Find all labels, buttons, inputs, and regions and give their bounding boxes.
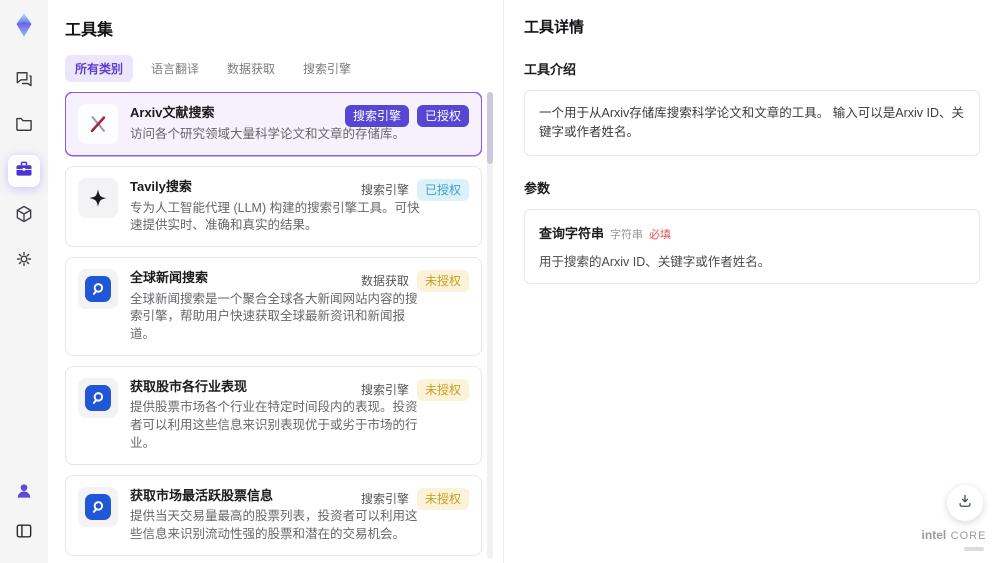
- sidebar-item-chat[interactable]: [8, 65, 40, 97]
- tool-description: 提供股票市场各个行业在特定时间段内的表现。投资者可以利用这些信息来识别表现优于或…: [130, 400, 418, 450]
- four-point-star-icon: [78, 178, 118, 218]
- brand-intel-text: intel: [921, 528, 947, 542]
- sidebar-item-settings[interactable]: [8, 245, 40, 277]
- sidebar-item-files[interactable]: [8, 110, 40, 142]
- tool-description: 全球新闻搜索是一个聚合全球各大新闻网站内容的搜索引擎，帮助用户快速获取全球最新资…: [130, 291, 418, 342]
- chat-icon: [14, 69, 34, 94]
- blue-search-icon: [78, 377, 118, 418]
- tab-data-fetching[interactable]: 数据获取: [217, 55, 285, 82]
- arxiv-icon: [78, 104, 118, 144]
- toolbox-icon: [14, 159, 34, 184]
- param-name: 查询字符串: [539, 225, 605, 241]
- tool-card-active-stocks[interactable]: 获取市场最活跃股票信息 提供当天交易量最高的股票列表，投资者可以利用这些信息来识…: [65, 474, 482, 556]
- tab-language-translation[interactable]: 语言翻译: [141, 55, 209, 82]
- tab-search-engine[interactable]: 搜索引擎: [293, 55, 361, 82]
- download-icon: [956, 492, 974, 515]
- tool-list-panel: 工具集 所有类别 语言翻译 数据获取 搜索引擎 Arxiv文献搜索 访问各个研究…: [48, 0, 503, 563]
- tool-card-global-news[interactable]: 全球新闻搜索 全球新闻搜索是一个聚合全球各大新闻网站内容的搜索引擎，帮助用户快速…: [65, 257, 482, 356]
- auth-status-badge: 已授权: [416, 179, 469, 201]
- app-logo-icon: [11, 12, 37, 43]
- auth-status-badge: 未授权: [416, 378, 469, 401]
- tool-detail-panel: 工具详情 工具介绍 一个用于从Arxiv存储库搜索科学论文和文章的工具。 输入可…: [503, 0, 1000, 563]
- tool-card-arxiv[interactable]: Arxiv文献搜索 访问各个研究领域大量科学论文和文章的存储库。 搜索引擎 已授…: [65, 92, 482, 156]
- tool-description: 提供当天交易量最高的股票列表，投资者可以利用这些信息来识别流动性强的股票和潜在的…: [130, 509, 418, 541]
- tool-card-tavily[interactable]: Tavily搜索 专为人工智能代理 (LLM) 构建的搜索引擎工具。可快速提供实…: [65, 166, 482, 248]
- cube-icon: [14, 204, 34, 229]
- category-badge: 搜索引擎: [360, 183, 409, 197]
- sidebar-item-collapse[interactable]: [8, 517, 40, 549]
- sidebar-item-packages[interactable]: [8, 200, 40, 232]
- blue-search-icon: [78, 269, 118, 310]
- category-badge: 数据获取: [360, 274, 409, 289]
- app-window: 工具集 所有类别 语言翻译 数据获取 搜索引擎 Arxiv文献搜索 访问各个研究…: [0, 0, 1000, 563]
- tool-card-list: Arxiv文献搜索 访问各个研究领域大量科学论文和文章的存储库。 搜索引擎 已授…: [65, 92, 482, 563]
- params-heading: 参数: [524, 180, 551, 196]
- brand-core-text: CORE: [950, 530, 987, 542]
- tool-card-sector-performance[interactable]: 获取股市各行业表现 提供股票市场各个行业在特定时间段内的表现。投资者可以利用这些…: [65, 365, 482, 465]
- page-title: 工具集: [65, 22, 114, 39]
- category-badge: 搜索引擎: [360, 382, 409, 397]
- category-badge: 搜索引擎: [344, 105, 409, 127]
- tool-description: 专为人工智能代理 (LLM) 构建的搜索引擎工具。可快速提供实时、准确和真实的结…: [130, 200, 420, 233]
- sidebar-bottom: [8, 477, 40, 549]
- auth-status-badge: 已授权: [416, 105, 469, 127]
- param-item: 查询字符串 字符串 必填 用于搜索的Arxiv ID、关键字或作者姓名。: [524, 208, 980, 284]
- param-type: 字符串: [610, 228, 644, 241]
- folder-icon: [14, 114, 34, 139]
- param-required-flag: 必填: [649, 228, 672, 241]
- tab-all-categories[interactable]: 所有类别: [65, 55, 134, 82]
- sidebar: [0, 0, 48, 563]
- sidebar-item-tools[interactable]: [8, 155, 40, 187]
- auth-status-badge: 未授权: [416, 487, 469, 510]
- download-button[interactable]: [947, 485, 983, 521]
- param-description: 用于搜索的Arxiv ID、关键字或作者姓名。: [539, 254, 771, 269]
- sidebar-item-account[interactable]: [8, 477, 40, 509]
- panel-toggle-icon: [14, 521, 34, 546]
- intro-heading: 工具介绍: [524, 62, 577, 77]
- detail-title: 工具详情: [524, 19, 585, 36]
- tool-description: 访问各个研究领域大量科学论文和文章的存储库。: [130, 126, 406, 141]
- intel-core-logo: intel CORE: [918, 526, 990, 551]
- blue-search-icon: [78, 486, 118, 527]
- auth-status-badge: 未授权: [416, 270, 469, 293]
- scrollbar-thumb[interactable]: [487, 92, 493, 164]
- brand-subline: [964, 547, 984, 551]
- category-badge: 搜索引擎: [360, 491, 409, 506]
- intro-text: 一个用于从Arxiv存储库搜索科学论文和文章的工具。 输入可以是Arxiv ID…: [524, 90, 980, 156]
- list-scrollbar[interactable]: [487, 92, 493, 559]
- gear-icon: [14, 249, 34, 274]
- sidebar-nav: [8, 65, 40, 277]
- user-avatar-icon: [14, 481, 34, 506]
- category-tabs: 所有类别 语言翻译 数据获取 搜索引擎: [65, 55, 503, 82]
